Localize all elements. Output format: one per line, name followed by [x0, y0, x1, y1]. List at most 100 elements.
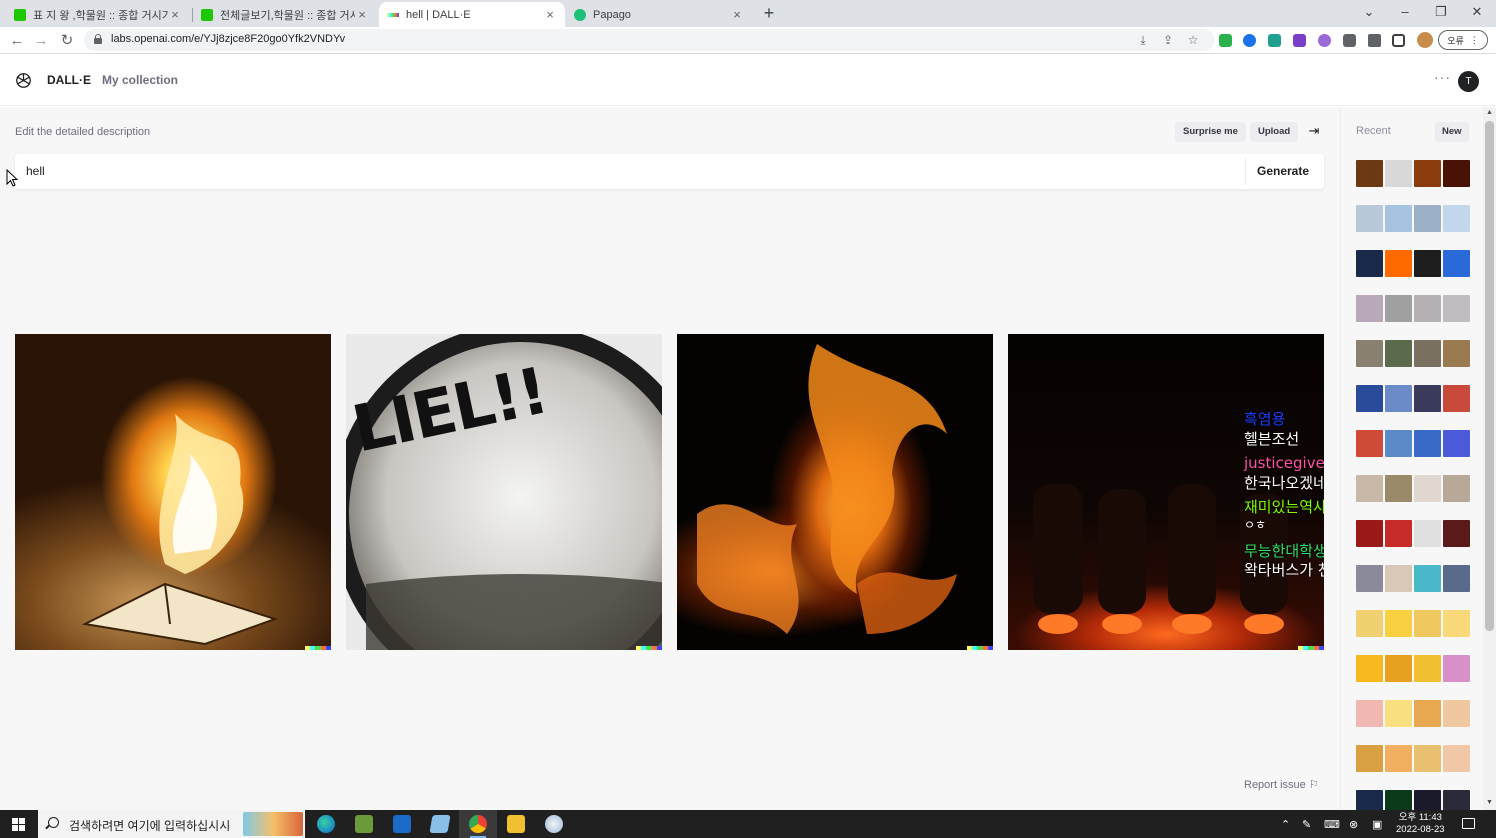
recent-thumbnail[interactable]: [1443, 430, 1470, 457]
tab-hakmulwon-2[interactable]: 전체글보기,학물원 :: 종합 거시기 :: ×: [193, 2, 377, 27]
result-image-3[interactable]: [677, 334, 993, 650]
recent-thumbnail[interactable]: [1414, 475, 1441, 502]
recent-thumbnail[interactable]: [1385, 565, 1412, 592]
tab-close-icon[interactable]: ×: [543, 7, 557, 22]
recent-thumbnail[interactable]: [1414, 205, 1441, 232]
notification-center-icon[interactable]: [1462, 818, 1475, 829]
keyboard-icon[interactable]: ⌨: [1324, 818, 1340, 831]
recent-thumbnail[interactable]: [1443, 610, 1470, 637]
collapse-sidebar-icon[interactable]: ⇥: [1306, 123, 1322, 139]
openai-logo-icon[interactable]: [15, 72, 32, 89]
chrome-icon[interactable]: [469, 815, 487, 833]
recent-thumbnail[interactable]: [1414, 430, 1441, 457]
chrome-update-button[interactable]: 오류 ⋮: [1438, 30, 1488, 50]
recent-thumbnail[interactable]: [1356, 385, 1383, 412]
recent-thumbnail[interactable]: [1385, 430, 1412, 457]
extension-teal-icon[interactable]: [1268, 34, 1281, 47]
recent-thumbnail[interactable]: [1443, 655, 1470, 682]
recent-thumbnail[interactable]: [1356, 430, 1383, 457]
reload-icon[interactable]: ↻: [57, 31, 77, 51]
language-icon[interactable]: ▣: [1372, 818, 1382, 831]
install-app-icon[interactable]: ⤓: [1135, 33, 1151, 48]
tab-dalle-hell[interactable]: hell | DALL·E ×: [379, 2, 565, 27]
recent-thumbnail[interactable]: [1443, 205, 1470, 232]
recent-thumbnail[interactable]: [1443, 520, 1470, 547]
recent-thumbnail[interactable]: [1443, 250, 1470, 277]
recent-thumbnail[interactable]: [1414, 385, 1441, 412]
recent-thumbnail[interactable]: [1356, 340, 1383, 367]
recent-thumbnail[interactable]: [1443, 475, 1470, 502]
result-image-1[interactable]: [15, 334, 331, 650]
notepad-icon[interactable]: [429, 815, 451, 833]
edge-browser-icon[interactable]: [317, 815, 335, 833]
pen-icon[interactable]: ✎: [1302, 818, 1311, 831]
recent-thumbnail[interactable]: [1356, 655, 1383, 682]
side-panel-icon[interactable]: [1392, 34, 1405, 47]
restore-window-icon[interactable]: ❐: [1429, 3, 1453, 21]
recent-thumbnail[interactable]: [1356, 520, 1383, 547]
generate-button[interactable]: Generate: [1257, 164, 1309, 178]
tab-close-icon[interactable]: ×: [168, 7, 182, 22]
tab-close-icon[interactable]: ×: [730, 7, 744, 22]
address-bar[interactable]: labs.openai.com/e/YJj8zjce8F20go0Yfk2VND…: [84, 29, 1214, 51]
recent-thumbnail[interactable]: [1356, 565, 1383, 592]
network-off-icon[interactable]: ⊗: [1349, 818, 1358, 831]
recent-thumbnail[interactable]: [1385, 745, 1412, 772]
extension-blue-icon[interactable]: [1243, 34, 1256, 47]
back-arrow-icon[interactable]: ←: [7, 31, 27, 51]
system-clock[interactable]: 오후 11:43 2022-08-23: [1396, 812, 1445, 836]
extension-v-icon[interactable]: [1293, 34, 1306, 47]
minimize-window-icon[interactable]: –: [1393, 3, 1417, 21]
recent-thumbnail[interactable]: [1385, 655, 1412, 682]
extension-purple-icon[interactable]: [1318, 34, 1331, 47]
share-icon[interactable]: ⇪: [1160, 33, 1176, 47]
recent-thumbnail[interactable]: [1356, 205, 1383, 232]
result-image-4[interactable]: 흑염용 헬븐조선 justicegiven0602 한국나오겠네 재미있는역사_…: [1008, 334, 1324, 650]
scroll-up-arrow-icon[interactable]: ▲: [1486, 109, 1493, 116]
recent-thumbnail[interactable]: [1414, 250, 1441, 277]
recent-thumbnail[interactable]: [1443, 295, 1470, 322]
recent-thumbnail[interactable]: [1356, 250, 1383, 277]
extension-green-icon[interactable]: [1219, 34, 1232, 47]
recent-thumbnail[interactable]: [1385, 520, 1412, 547]
recent-thumbnail[interactable]: [1443, 565, 1470, 592]
tab-hakmulwon-1[interactable]: 표 지 왕 ,학물원 :: 종합 거시기 :: ×: [6, 2, 190, 27]
paint-icon[interactable]: [545, 815, 563, 833]
recent-thumbnail[interactable]: [1385, 700, 1412, 727]
recent-thumbnail[interactable]: [1385, 385, 1412, 412]
extensions-puzzle-icon[interactable]: [1368, 34, 1381, 47]
recent-thumbnail[interactable]: [1443, 745, 1470, 772]
new-tab-button[interactable]: +: [760, 3, 778, 23]
recent-thumbnail[interactable]: [1443, 700, 1470, 727]
scroll-down-arrow-icon[interactable]: ▼: [1486, 799, 1493, 806]
recent-thumbnail[interactable]: [1414, 610, 1441, 637]
minecraft-icon[interactable]: [355, 815, 373, 833]
forward-arrow-icon[interactable]: →: [31, 31, 51, 51]
extension-dark-icon[interactable]: [1343, 34, 1356, 47]
file-explorer-icon[interactable]: [507, 815, 525, 833]
tab-close-icon[interactable]: ×: [355, 7, 369, 22]
scrollbar-thumb[interactable]: [1485, 121, 1494, 631]
nav-my-collection[interactable]: My collection: [102, 73, 178, 87]
recent-thumbnail[interactable]: [1414, 295, 1441, 322]
tab-search-chevron-icon[interactable]: ⌄: [1357, 3, 1381, 21]
recent-thumbnail[interactable]: [1356, 610, 1383, 637]
recent-thumbnail[interactable]: [1443, 160, 1470, 187]
recent-thumbnail[interactable]: [1414, 745, 1441, 772]
more-options-icon[interactable]: ···: [1434, 69, 1451, 85]
windows-start-icon[interactable]: [12, 818, 25, 831]
recent-thumbnail[interactable]: [1356, 700, 1383, 727]
recent-thumbnail[interactable]: [1356, 745, 1383, 772]
url-text[interactable]: labs.openai.com/e/YJj8zjce8F20go0Yfk2VND…: [111, 33, 345, 45]
recent-thumbnail[interactable]: [1385, 340, 1412, 367]
result-image-2[interactable]: LIEL!!: [346, 334, 662, 650]
report-issue-link[interactable]: Report issue ⚐: [1244, 778, 1319, 791]
page-scrollbar[interactable]: ▲ ▼: [1483, 107, 1496, 810]
recent-thumbnail[interactable]: [1414, 700, 1441, 727]
taskbar-search-box[interactable]: 검색하려면 여기에 입력하십시시: [38, 810, 305, 838]
recent-thumbnail[interactable]: [1356, 160, 1383, 187]
brand-name[interactable]: DALL·E: [47, 73, 91, 87]
bookmark-star-icon[interactable]: ☆: [1185, 33, 1201, 47]
recent-thumbnail[interactable]: [1414, 520, 1441, 547]
user-avatar[interactable]: T: [1458, 71, 1479, 92]
